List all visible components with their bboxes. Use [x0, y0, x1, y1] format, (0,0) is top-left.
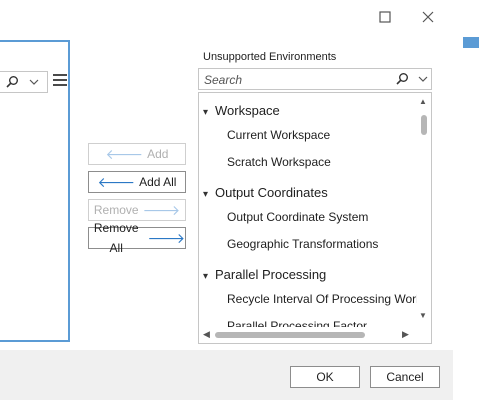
tree-content: ▾ Workspace Current Workspace Scratch Wor…	[199, 93, 417, 327]
tree-group-output-coordinates[interactable]: ▾ Output Coordinates	[203, 185, 328, 200]
tree-item[interactable]: Geographic Transformations	[227, 237, 378, 251]
tree-item[interactable]: Parallel Processing Factor	[227, 319, 367, 327]
unsupported-environments-tree[interactable]: ▾ Workspace Current Workspace Scratch Wor…	[198, 92, 432, 344]
search-placeholder: Search	[204, 73, 243, 87]
background-accent-shape	[463, 37, 479, 48]
group-label: Output Coordinates	[215, 185, 328, 200]
vertical-scrollbar[interactable]: ▲ ▼	[417, 93, 431, 327]
maximize-button[interactable]	[374, 6, 396, 28]
add-all-button-label: Add All	[139, 175, 177, 189]
right-search-box[interactable]: Search	[198, 68, 432, 90]
close-icon	[422, 11, 434, 23]
maximize-icon	[379, 11, 391, 23]
title-bar	[0, 0, 453, 34]
horizontal-scrollbar[interactable]: ◀ ▶	[199, 327, 417, 343]
arrow-right-icon: 🡒	[142, 202, 181, 218]
dialog: 🡐 Add 🡐 Add All Remove 🡒 Remove All 🡒 Un…	[0, 0, 453, 400]
scroll-left-icon[interactable]: ◀	[203, 329, 210, 340]
search-icon[interactable]	[5, 75, 19, 89]
add-button[interactable]: 🡐 Add	[88, 143, 186, 165]
remove-all-button-label: Remove All	[93, 221, 139, 255]
vertical-scroll-thumb[interactable]	[421, 115, 427, 135]
chevron-down-icon[interactable]	[29, 78, 39, 86]
scroll-up-icon[interactable]: ▲	[419, 97, 427, 106]
hamburger-menu-icon[interactable]	[53, 74, 67, 88]
scroll-down-icon[interactable]: ▼	[419, 311, 427, 320]
tree-group-workspace[interactable]: ▾ Workspace	[203, 103, 280, 118]
cancel-button[interactable]: Cancel	[370, 366, 440, 388]
arrow-right-icon: 🡒	[147, 230, 185, 246]
caret-down-icon[interactable]: ▾	[203, 107, 215, 118]
scroll-right-icon[interactable]: ▶	[402, 329, 409, 340]
add-button-label: Add	[147, 147, 169, 161]
horizontal-scroll-thumb[interactable]	[215, 332, 365, 338]
tree-item[interactable]: Output Coordinate System	[227, 210, 368, 224]
tree-item[interactable]: Current Workspace	[227, 128, 330, 142]
ok-button[interactable]: OK	[290, 366, 360, 388]
caret-down-icon[interactable]: ▾	[203, 189, 215, 200]
tree-item[interactable]: Scratch Workspace	[227, 155, 331, 169]
search-icon[interactable]	[395, 72, 409, 86]
tree-item[interactable]: Recycle Interval Of Processing Workers	[227, 292, 417, 306]
remove-button-label: Remove	[93, 203, 139, 217]
caret-down-icon[interactable]: ▾	[203, 271, 215, 282]
group-label: Parallel Processing	[215, 267, 327, 282]
arrow-left-icon: 🡐	[97, 174, 136, 190]
remove-all-button[interactable]: Remove All 🡒	[88, 221, 186, 255]
left-search-box[interactable]	[0, 71, 48, 93]
close-button[interactable]	[417, 6, 439, 28]
add-all-button[interactable]: 🡐 Add All	[88, 171, 186, 193]
tree-group-parallel-processing[interactable]: ▾ Parallel Processing	[203, 267, 326, 282]
chevron-down-icon[interactable]	[418, 75, 428, 83]
unsupported-environments-title: Unsupported Environments	[203, 51, 337, 63]
group-label: Workspace	[215, 103, 280, 118]
arrow-left-icon: 🡐	[105, 146, 144, 162]
